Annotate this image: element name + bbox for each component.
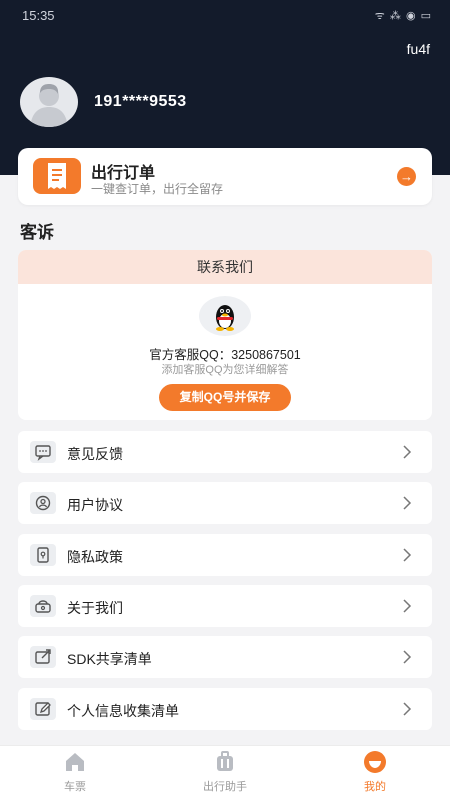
menu-item-personal-info-list[interactable]: 个人信息收集清单 (18, 688, 432, 730)
chevron-right-icon (403, 445, 412, 459)
user-phone: 191****9553 (94, 93, 187, 110)
menu-item-label: 意见反馈 (67, 446, 123, 462)
bottom-nav: 车票 出行助手 我的 (0, 745, 450, 800)
profile-icon (364, 751, 386, 773)
menu-item-label: 个人信息收集清单 (67, 703, 179, 719)
status-icons: ᯤ ⁂ ◉ ▭ (374, 10, 432, 22)
chevron-right-icon (403, 496, 412, 510)
menu-item-about-us[interactable]: 关于我们 (18, 585, 432, 627)
menu-item-label: 隐私政策 (67, 549, 123, 565)
contact-card-title: 联系我们 (18, 250, 432, 284)
header-corner-text: fu4f (406, 41, 430, 57)
sdk-share-icon (30, 646, 56, 668)
menu-item-feedback[interactable]: 意见反馈 (18, 431, 432, 473)
nav-item-travel-assistant[interactable]: 出行助手 (150, 746, 300, 800)
complaint-section-title: 客诉 (20, 223, 54, 242)
menu-item-sdk-share-list[interactable]: SDK共享清单 (18, 636, 432, 678)
chevron-right-icon (403, 702, 412, 716)
avatar[interactable] (20, 77, 78, 127)
nav-item-tickets[interactable]: 车票 (0, 746, 150, 800)
nav-label: 我的 (364, 781, 386, 793)
menu-item-label: SDK共享清单 (67, 651, 152, 667)
qq-penguin-icon (199, 296, 251, 336)
user-agreement-icon (30, 492, 56, 514)
edit-icon (30, 698, 56, 720)
qq-hint-text: 添加客服QQ为您详细解答 (161, 364, 289, 376)
chevron-right-icon (403, 548, 412, 562)
contact-us-card: 联系我们 官方客服QQ：3250867501 添加客服QQ为您详细解答 复制QQ… (18, 250, 432, 420)
nav-label: 车票 (64, 781, 86, 793)
menu-item-label: 关于我们 (67, 600, 123, 616)
nav-item-mine[interactable]: 我的 (300, 746, 450, 800)
status-bar: 15:35 ᯤ ⁂ ◉ ▭ (0, 0, 450, 30)
feedback-icon (30, 441, 56, 463)
receipt-icon (33, 158, 81, 194)
about-icon (30, 595, 56, 617)
avatar-person-icon (30, 84, 68, 127)
copy-qq-button[interactable]: 复制QQ号并保存 (159, 384, 291, 411)
status-time: 15:35 (22, 8, 55, 23)
arrow-right-icon[interactable]: → (397, 167, 416, 186)
chevron-right-icon (403, 599, 412, 613)
luggage-icon (217, 751, 233, 771)
privacy-icon (30, 544, 56, 566)
menu-item-privacy-policy[interactable]: 隐私政策 (18, 534, 432, 576)
travel-order-card[interactable]: 出行订单 一键查订单，出行全留存 → (18, 148, 432, 205)
order-subtitle: 一键查订单，出行全留存 (91, 182, 224, 196)
nav-label: 出行助手 (203, 781, 247, 793)
menu-item-label: 用户协议 (67, 497, 123, 513)
chevron-right-icon (403, 650, 412, 664)
home-icon (66, 753, 84, 771)
menu-item-user-agreement[interactable]: 用户协议 (18, 482, 432, 524)
